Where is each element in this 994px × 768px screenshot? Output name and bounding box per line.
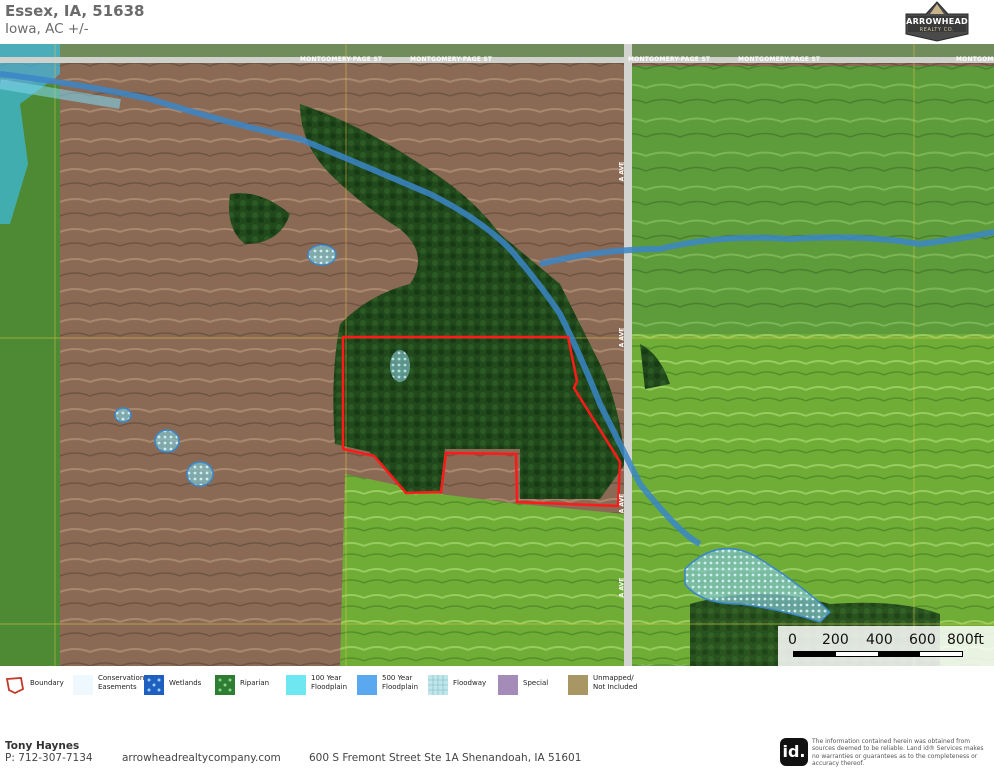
floodplain-100-icon bbox=[286, 675, 306, 695]
agent-phone[interactable]: P: 712-307-7134 bbox=[5, 752, 93, 764]
page-subtitle: Iowa, AC +/- bbox=[5, 21, 89, 37]
scale-label: 600 bbox=[909, 632, 936, 648]
floodway-icon bbox=[428, 675, 448, 695]
conservation-icon bbox=[73, 675, 93, 695]
wetland-2 bbox=[114, 407, 132, 423]
scale-label: 400 bbox=[866, 632, 893, 648]
legend-label: Wetlands bbox=[169, 679, 202, 687]
legend-label: Special bbox=[523, 679, 549, 687]
legend-label: Boundary bbox=[30, 679, 64, 687]
page-title: Essex, IA, 51638 bbox=[5, 2, 145, 20]
field-north-strip bbox=[0, 44, 994, 58]
logo-text: ARROWHEAD bbox=[906, 17, 968, 26]
logo-subtext: REALTY CO. bbox=[919, 27, 955, 33]
legend-label: 500 Year Floodplain bbox=[382, 674, 419, 691]
wetland-forest bbox=[390, 350, 410, 382]
legend-label: 100 Year Floodplain bbox=[311, 674, 348, 691]
map-legend: Boundary Conservation Easements Wetlands… bbox=[0, 666, 994, 710]
agent-name: Tony Haynes bbox=[5, 740, 80, 752]
avenue-label: A AVE bbox=[618, 161, 626, 182]
disclaimer-text: The information contained herein was obt… bbox=[812, 738, 984, 768]
road-label: MONTGOMERY-PAGE ST bbox=[628, 56, 711, 63]
legend-label: Unmapped/ Not Included bbox=[593, 674, 638, 691]
avenue-label: A AVE bbox=[618, 327, 626, 348]
arrowhead-logo: ARROWHEAD REALTY CO. bbox=[902, 0, 972, 42]
special-icon bbox=[498, 675, 518, 695]
avenue-label: A AVE bbox=[618, 577, 626, 598]
road-label: MONTGOMERY-PAGE ST bbox=[300, 56, 383, 63]
road-label: MONTGOMERY-PAGE ST bbox=[410, 56, 493, 63]
floodplain-500-icon bbox=[357, 675, 377, 695]
legend-label: Conservation Easements bbox=[98, 674, 145, 691]
aerial-map[interactable]: MONTGOMERY-PAGE ST MONTGOMERY-PAGE ST MO… bbox=[0, 44, 994, 666]
road-montgomery-page bbox=[0, 57, 994, 63]
land-id-logo: id. bbox=[780, 738, 808, 766]
road-label: MONTGOMERY-PAGE ST bbox=[738, 56, 821, 63]
riparian-icon bbox=[215, 675, 235, 695]
header: Essex, IA, 51638 Iowa, AC +/- ARROWHEAD … bbox=[0, 0, 994, 44]
wetlands-icon bbox=[144, 675, 164, 695]
unmapped-icon bbox=[568, 675, 588, 695]
map-canvas bbox=[0, 44, 994, 666]
road-label: MONTGOM bbox=[956, 56, 994, 63]
footer: Tony Haynes P: 712-307-7134 arrowheadrea… bbox=[0, 710, 994, 768]
scale-label: 200 bbox=[822, 632, 849, 648]
legend-label: Riparian bbox=[240, 679, 270, 687]
scale-bar-graphic bbox=[793, 651, 963, 657]
wetland-1 bbox=[307, 244, 337, 266]
wetland-4 bbox=[186, 461, 214, 487]
road-a-ave bbox=[624, 44, 632, 666]
scale-label: 0 bbox=[788, 632, 797, 648]
wetland-3 bbox=[154, 429, 180, 453]
boundary-icon bbox=[5, 677, 25, 695]
website-link[interactable]: arrowheadrealtycompany.com bbox=[122, 752, 281, 764]
legend-label: Floodway bbox=[453, 679, 487, 687]
avenue-label: A AVE bbox=[618, 493, 626, 514]
scale-label: 800ft bbox=[947, 632, 984, 648]
office-address: 600 S Fremont Street Ste 1A Shenandoah, … bbox=[309, 752, 582, 764]
scale-bar: 0 200 400 600 800ft bbox=[778, 626, 994, 666]
